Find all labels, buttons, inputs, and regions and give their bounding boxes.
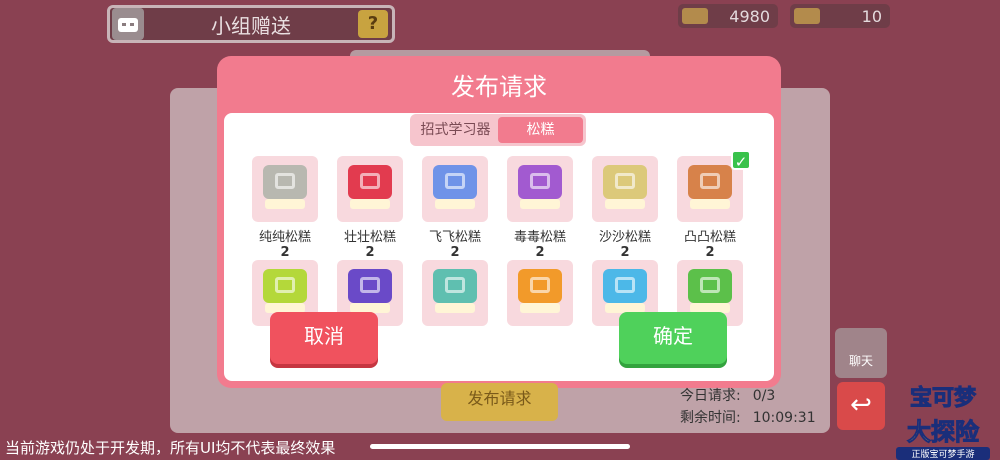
poffin-icon <box>348 269 392 317</box>
poffin-card: ✓ <box>677 150 751 222</box>
poffin-icon <box>263 165 307 213</box>
poffin-glyph <box>700 173 720 189</box>
poffin-icon <box>603 269 647 317</box>
poffin-name: 毒毒松糕 <box>513 230 566 245</box>
poffin-icon <box>603 165 647 213</box>
poffin-count: 2 <box>535 245 545 260</box>
poffin-card <box>592 156 658 222</box>
poffin-item[interactable]: 沙沙松糕 2 <box>592 156 662 260</box>
publish-request-dialog: 发布请求 招式学习器 松糕 纯纯松糕 2 壮壮松糕 2 飞飞松糕 2 毒毒松糕 2 沙沙松糕 2 ✓… <box>217 56 781 388</box>
help-button[interactable]: ? <box>358 10 388 38</box>
poffin-item[interactable] <box>422 260 492 326</box>
poffin-card <box>507 260 573 326</box>
tab-move-learner[interactable]: 招式学习器 <box>413 117 498 143</box>
team-icon <box>112 8 144 40</box>
poffin-glyph <box>530 277 550 293</box>
poffin-glyph <box>360 173 380 189</box>
ticket-value: 10 <box>861 6 882 26</box>
selected-check-icon: ✓ <box>731 150 751 171</box>
dev-disclaimer: 当前游戏仍处于开发期，所有UI均不代表最终效果 <box>5 439 336 457</box>
chat-label: 聊天 <box>848 354 873 368</box>
remaining-value: 10:09:31 <box>752 410 816 426</box>
poffin-item[interactable]: ✓ 凸凸松糕 2 <box>677 150 751 260</box>
poffin-icon <box>518 165 562 213</box>
poffin-item[interactable]: 纯纯松糕 2 <box>252 156 322 260</box>
poffin-name: 凸凸松糕 <box>683 230 736 245</box>
logo-line3: 正版宝可梦手游 <box>896 447 990 460</box>
poffin-name: 飞飞松糕 <box>428 230 481 245</box>
poffin-icon <box>433 165 477 213</box>
home-indicator[interactable] <box>370 444 630 449</box>
chat-button[interactable]: 聊天 <box>835 328 887 378</box>
category-tabs: 招式学习器 松糕 <box>410 114 586 146</box>
poffin-item[interactable]: 毒毒松糕 2 <box>507 156 577 260</box>
back-button[interactable]: ↩ <box>837 382 885 430</box>
ticket-icon <box>794 8 820 24</box>
coin-counter: 4980 <box>678 4 778 28</box>
poffin-icon <box>688 165 732 213</box>
poffin-name: 壮壮松糕 <box>343 230 396 245</box>
remaining-label: 剩余时间: <box>680 410 741 426</box>
poffin-item[interactable]: 壮壮松糕 2 <box>337 156 407 260</box>
poffin-card <box>422 260 488 326</box>
poffin-base <box>435 303 475 313</box>
poffin-count: 2 <box>620 245 630 260</box>
poffin-icon <box>263 269 307 317</box>
poffin-base <box>265 199 305 209</box>
publish-request-button[interactable]: 发布请求 <box>441 383 558 421</box>
poffin-count: 2 <box>705 245 715 260</box>
poffin-item[interactable] <box>507 260 577 326</box>
poffin-icon <box>433 269 477 317</box>
poffin-base <box>690 199 730 209</box>
game-logo: 宝可梦 大探险 正版宝可梦手游 <box>890 380 996 460</box>
tab-poffin[interactable]: 松糕 <box>498 117 583 143</box>
poffin-base <box>520 303 560 313</box>
today-label: 今日请求: <box>680 388 741 404</box>
group-gift-header: 小组赠送 ? <box>107 5 395 43</box>
dialog-title: 发布请求 <box>451 73 547 101</box>
poffin-glyph <box>445 173 465 189</box>
poffin-count: 2 <box>365 245 375 260</box>
poffin-card <box>337 156 403 222</box>
today-value: 0/3 <box>752 388 776 404</box>
back-arrow-icon: ↩ <box>850 390 872 420</box>
poffin-glyph <box>275 173 295 189</box>
poffin-name: 沙沙松糕 <box>598 230 651 245</box>
poffin-icon <box>518 269 562 317</box>
poffin-count: 2 <box>280 245 290 260</box>
poffin-glyph <box>615 173 635 189</box>
poffin-icon <box>348 165 392 213</box>
poffin-glyph <box>445 277 465 293</box>
coin-value: 4980 <box>729 6 770 26</box>
logo-line2: 大探险 <box>907 418 980 447</box>
header-title: 小组赠送 <box>211 13 291 38</box>
coin-icon <box>682 8 708 24</box>
poffin-glyph <box>530 173 550 189</box>
poffin-glyph <box>615 277 635 293</box>
poffin-glyph <box>275 277 295 293</box>
request-info: 今日请求: 0/3 剩余时间: 10:09:31 <box>680 385 816 429</box>
poffin-glyph <box>700 277 720 293</box>
poffin-card <box>507 156 573 222</box>
poffin-base <box>520 199 560 209</box>
poffin-name: 纯纯松糕 <box>258 230 311 245</box>
poffin-count: 2 <box>450 245 460 260</box>
poffin-card <box>252 156 318 222</box>
logo-line1: 宝可梦 <box>909 386 976 412</box>
poffin-base <box>605 199 645 209</box>
poffin-icon <box>688 269 732 317</box>
poffin-base <box>435 199 475 209</box>
ticket-counter: 10 <box>790 4 890 28</box>
poffin-glyph <box>360 277 380 293</box>
confirm-button[interactable]: 确定 <box>619 312 727 364</box>
poffin-base <box>350 199 390 209</box>
poffin-card <box>422 156 488 222</box>
poffin-item[interactable]: 飞飞松糕 2 <box>422 156 492 260</box>
cancel-button[interactable]: 取消 <box>270 312 378 364</box>
